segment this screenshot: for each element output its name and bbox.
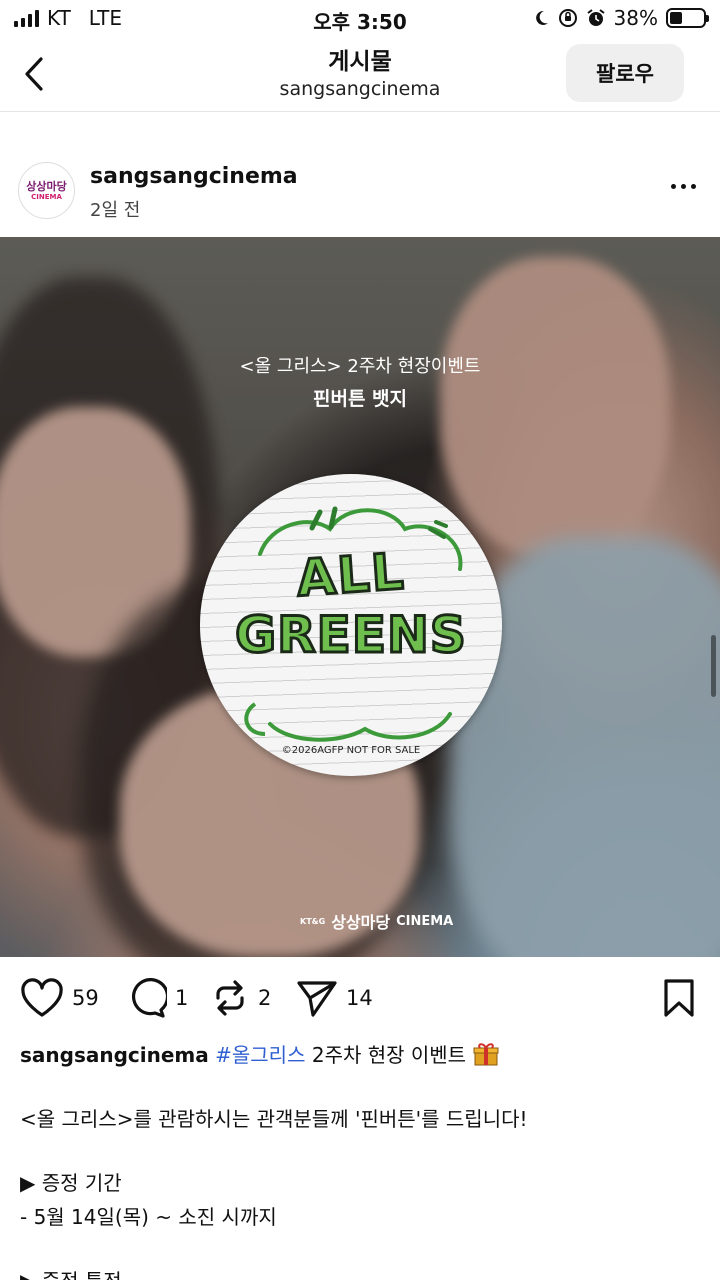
comment-button[interactable]: 1	[125, 978, 188, 1018]
watermark-logo: KT&G 상상마당 CINEMA	[300, 909, 453, 933]
post-actions: 59 1 2 14	[0, 970, 720, 1030]
share-button[interactable]: 14	[296, 978, 373, 1018]
caption-username[interactable]: sangsangcinema	[20, 1043, 209, 1067]
caption-first-line: sangsangcinema #올그리스 2주차 현장 이벤트	[20, 1038, 700, 1072]
watermark-suffix: CINEMA	[396, 913, 454, 929]
repost-icon	[216, 980, 244, 1016]
dot-icon	[691, 184, 696, 189]
post-caption: sangsangcinema #올그리스 2주차 현장 이벤트 <올 그리스>를…	[20, 1038, 700, 1280]
caption-line: <올 그리스>를 관람하시는 관객분들께 '핀버튼'를 드립니다!	[20, 1107, 528, 1131]
caption-line: ▶ 증정 특전	[20, 1264, 700, 1280]
post-image[interactable]: <올 그리스> 2주차 현장이벤트 핀버튼 뱃지 ALL GREENS ©202…	[0, 237, 720, 957]
repost-button[interactable]: 2	[210, 978, 271, 1018]
caption-line: ▶ 증정 기간	[20, 1171, 122, 1195]
watermark-main: 상상마당	[331, 913, 391, 932]
alarm-icon	[586, 9, 605, 26]
heart-icon	[21, 978, 63, 1017]
comment-count: 1	[175, 986, 189, 1010]
caption-text: 2주차 현장 이벤트	[305, 1043, 473, 1067]
bookmark-icon	[664, 979, 694, 1017]
follow-button[interactable]: 팔로우	[566, 44, 684, 102]
send-icon	[297, 981, 337, 1017]
gift-icon	[473, 1043, 499, 1066]
repost-count: 2	[258, 986, 272, 1010]
post-username[interactable]: sangsangcinema	[90, 164, 298, 189]
avatar-text-sub: CINEMA	[31, 192, 62, 201]
comment-icon	[131, 978, 167, 1018]
battery-percent: 38%	[613, 6, 658, 30]
orientation-lock-icon	[558, 9, 577, 27]
image-headline: <올 그리스> 2주차 현장이벤트	[239, 356, 481, 377]
bookmark-button[interactable]	[662, 978, 696, 1018]
moon-icon	[535, 10, 548, 25]
avatar-text-main: 상상마당	[26, 179, 67, 193]
more-options-button[interactable]	[671, 184, 696, 189]
image-subheadline: 핀버튼 뱃지	[312, 388, 407, 410]
caption-line: - 5월 14일(목) ~ 소진 시까지	[20, 1205, 277, 1229]
like-count: 59	[72, 986, 99, 1010]
caption-hashtag[interactable]: #올그리스	[215, 1043, 305, 1067]
post-timestamp: 2일 전	[90, 200, 141, 221]
battery-icon	[666, 8, 709, 28]
post-header: 상상마당 CINEMA sangsangcinema 2일 전	[0, 150, 720, 236]
badge-title-line2: GREENS	[234, 605, 468, 666]
nav-header: 게시물 sangsangcinema 팔로우	[0, 38, 720, 112]
badge-copyright: ©2026AGFP NOT FOR SALE	[281, 745, 421, 756]
dot-icon	[681, 184, 686, 189]
dot-icon	[671, 184, 676, 189]
status-bar: KT LTE 오후 3:50 38%	[0, 0, 720, 38]
avatar[interactable]: 상상마당 CINEMA	[18, 162, 75, 219]
like-button[interactable]: 59	[20, 978, 99, 1018]
share-count: 14	[346, 986, 373, 1010]
watermark-prefix: KT&G	[300, 916, 326, 926]
status-right: 38%	[532, 6, 709, 30]
scrollbar[interactable]	[711, 635, 716, 697]
pin-button-badge: ALL GREENS ©2026AGFP NOT FOR SALE	[200, 474, 502, 776]
